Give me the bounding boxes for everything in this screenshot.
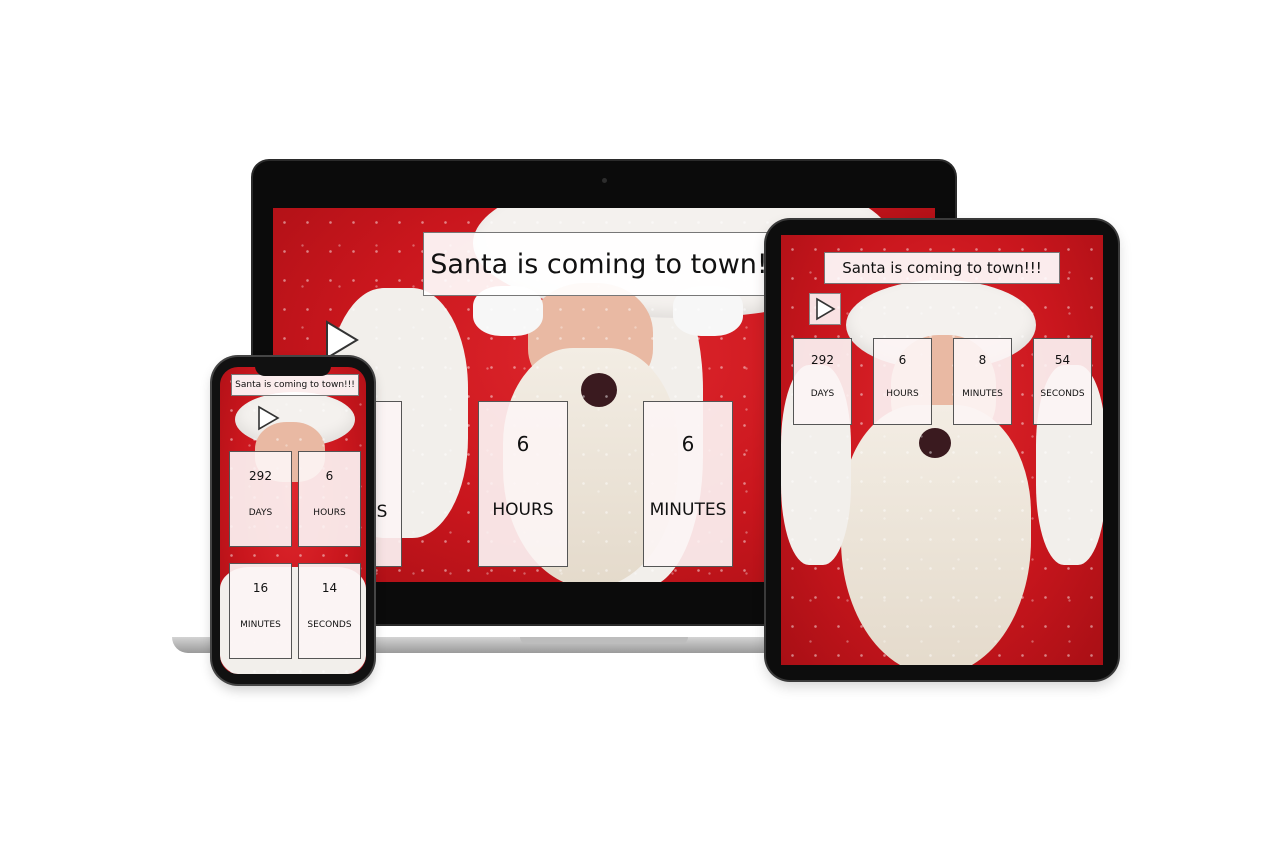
tablet-screen: Santa is coming to town!!! 292 DAYS 6 HO… — [781, 235, 1103, 665]
tile-label: MINUTES — [240, 620, 281, 630]
tile-value: 6 — [516, 432, 530, 456]
tile-value: 8 — [978, 353, 987, 367]
play-icon — [258, 405, 280, 431]
tile-label: HOURS — [492, 500, 554, 520]
tile-value: 14 — [321, 581, 338, 595]
play-icon — [816, 297, 836, 321]
tile-value: 54 — [1054, 353, 1071, 367]
phone-notch — [255, 364, 331, 376]
countdown-tile-minutes: 8 MINUTES — [953, 338, 1012, 425]
tile-label: HOURS — [313, 508, 346, 518]
tile-label: DAYS — [810, 389, 835, 399]
countdown-tile-hours: 6 HOURS — [478, 401, 568, 567]
tile-value: 6 — [898, 353, 907, 367]
tile-label: SECONDS — [1040, 389, 1085, 399]
tile-value: 6 — [325, 469, 334, 483]
tile-value: 6 — [681, 432, 695, 456]
tile-label: MINUTES — [649, 500, 727, 520]
santa-mouth — [919, 428, 951, 458]
page-title-text: Santa is coming to town!!! — [235, 380, 355, 390]
play-button[interactable] — [323, 320, 361, 360]
countdown-tile-hours: 6 HOURS — [298, 451, 361, 547]
play-button[interactable] — [256, 405, 280, 431]
tile-value: 292 — [249, 469, 272, 483]
tile-label: SECONDS — [307, 620, 352, 630]
page-title-text: Santa is coming to town! — [430, 248, 768, 280]
page-title: Santa is coming to town!!! — [231, 374, 359, 396]
countdown-tile-minutes: 6 MINUTES — [643, 401, 733, 567]
tile-label: MINUTES — [962, 389, 1003, 399]
page-title: Santa is coming to town!!! — [824, 252, 1060, 284]
tile-label: HOURS — [886, 389, 919, 399]
santa-mouth — [581, 373, 617, 407]
countdown-tile-seconds: 54 SECONDS — [1033, 338, 1092, 425]
laptop-camera — [602, 178, 607, 183]
tile-value: 16 — [252, 581, 269, 595]
tile-label: S — [376, 502, 388, 522]
phone-screen: Santa is coming to town!!! 292 DAYS 6 HO… — [220, 367, 366, 674]
countdown-tile-days: 292 DAYS — [229, 451, 292, 547]
countdown-tile-minutes: 16 MINUTES — [229, 563, 292, 659]
play-button[interactable] — [809, 293, 841, 325]
play-icon — [326, 320, 359, 360]
countdown-tile-days: 292 DAYS — [793, 338, 852, 425]
page-title: Santa is coming to town! — [423, 232, 775, 296]
countdown-tile-hours: 6 HOURS — [873, 338, 932, 425]
tile-label: DAYS — [248, 508, 273, 518]
countdown-tile-seconds: 14 SECONDS — [298, 563, 361, 659]
tile-value: 292 — [811, 353, 834, 367]
page-title-text: Santa is coming to town!!! — [842, 259, 1042, 277]
laptop-notch — [520, 637, 688, 644]
